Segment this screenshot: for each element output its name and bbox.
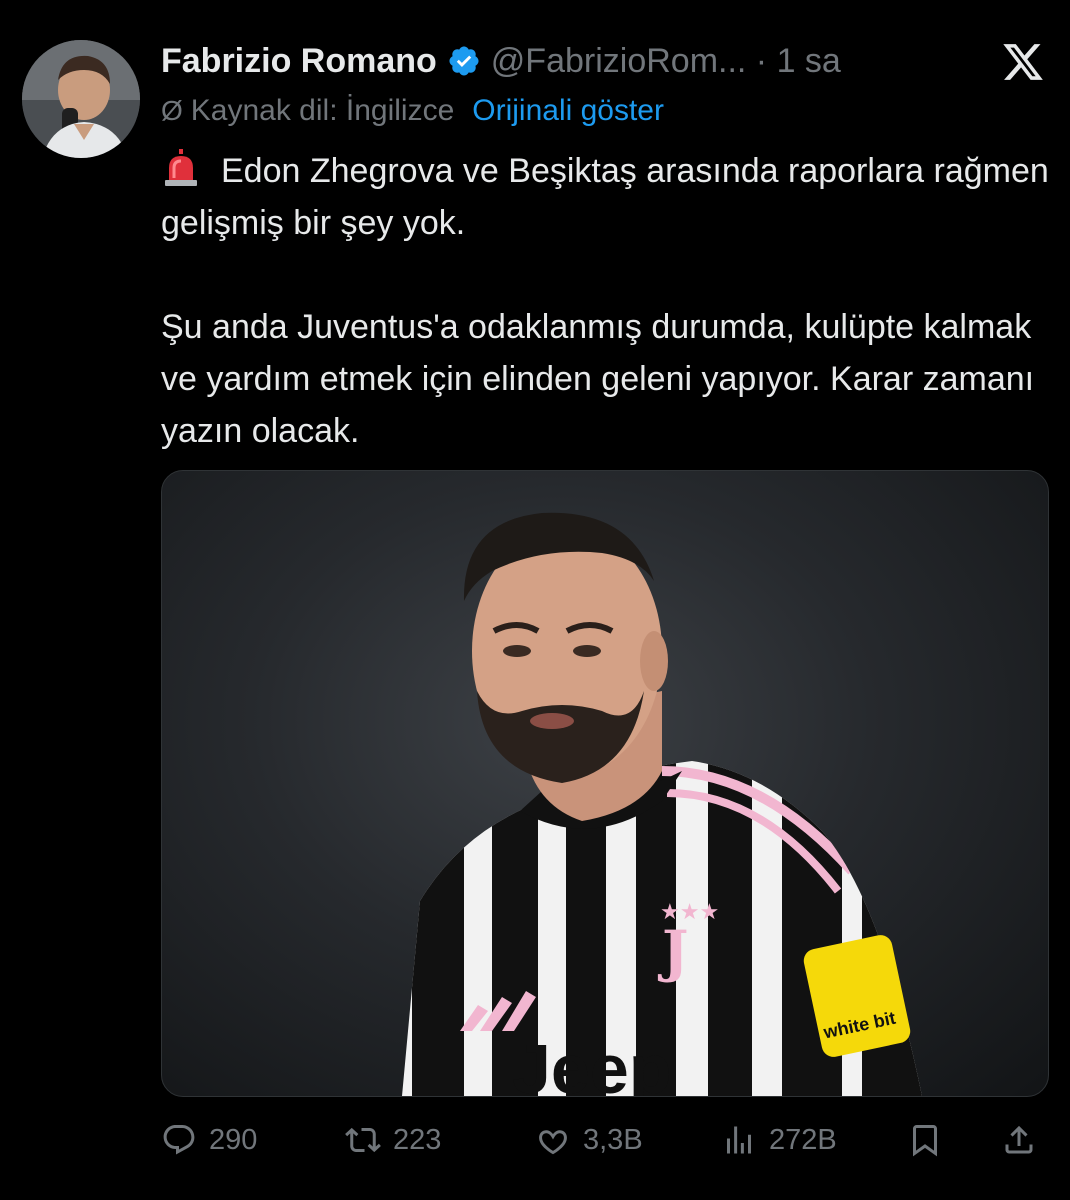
tweet-header: Fabrizio Romano @FabrizioRom... · 1 sa (161, 36, 841, 86)
tweet-paragraph-1: Edon Zhegrova ve Beşiktaş arasında rapor… (161, 152, 1049, 242)
views-icon (727, 1126, 751, 1154)
reply-count: 290 (209, 1123, 258, 1156)
bookmark-icon (913, 1125, 937, 1157)
tweet-media-image[interactable]: ★★★ J Jeep white bit (161, 470, 1049, 1097)
like-count: 3,3B (583, 1123, 643, 1156)
like-icon (539, 1130, 567, 1155)
author-name[interactable]: Fabrizio Romano (161, 42, 437, 81)
share-button[interactable] (1001, 1112, 1049, 1168)
translation-note: Ø Kaynak dil: İngilizce Orijinali göster (161, 94, 664, 128)
x-logo-icon[interactable] (1000, 40, 1046, 84)
shirt-sponsor: Jeep (512, 1030, 672, 1096)
tweet-text: Edon Zhegrova ve Beşiktaş arasında rapor… (161, 145, 1061, 457)
tweet-action-bar: 290 223 3,3B 272B (161, 1112, 1041, 1168)
author-avatar[interactable] (22, 40, 140, 158)
avatar-image (22, 40, 140, 158)
reply-button[interactable]: 290 (161, 1112, 257, 1168)
reply-icon (163, 1125, 195, 1155)
player-photo: ★★★ J Jeep white bit (402, 512, 922, 1096)
translation-source-language: Kaynak dil: İngilizce (190, 94, 455, 127)
tweet-paragraph-2: Şu anda Juventus'a odaklanmış durumda, k… (161, 308, 1035, 450)
share-icon (1005, 1125, 1033, 1154)
bookmark-button[interactable] (907, 1112, 955, 1168)
svg-text:J: J (657, 919, 689, 985)
author-handle-time[interactable]: @FabrizioRom... · 1 sa (491, 42, 841, 81)
views-button[interactable]: 272B (721, 1112, 837, 1168)
globe-icon: Ø (161, 95, 183, 126)
verified-badge-icon (449, 46, 479, 76)
repost-icon (345, 1127, 381, 1153)
repost-count: 223 (393, 1123, 442, 1156)
like-button[interactable]: 3,3B (535, 1112, 643, 1168)
siren-icon (165, 149, 197, 186)
repost-button[interactable]: 223 (345, 1112, 441, 1168)
view-count: 272B (769, 1123, 837, 1156)
show-original-link[interactable]: Orijinali göster (472, 94, 664, 128)
